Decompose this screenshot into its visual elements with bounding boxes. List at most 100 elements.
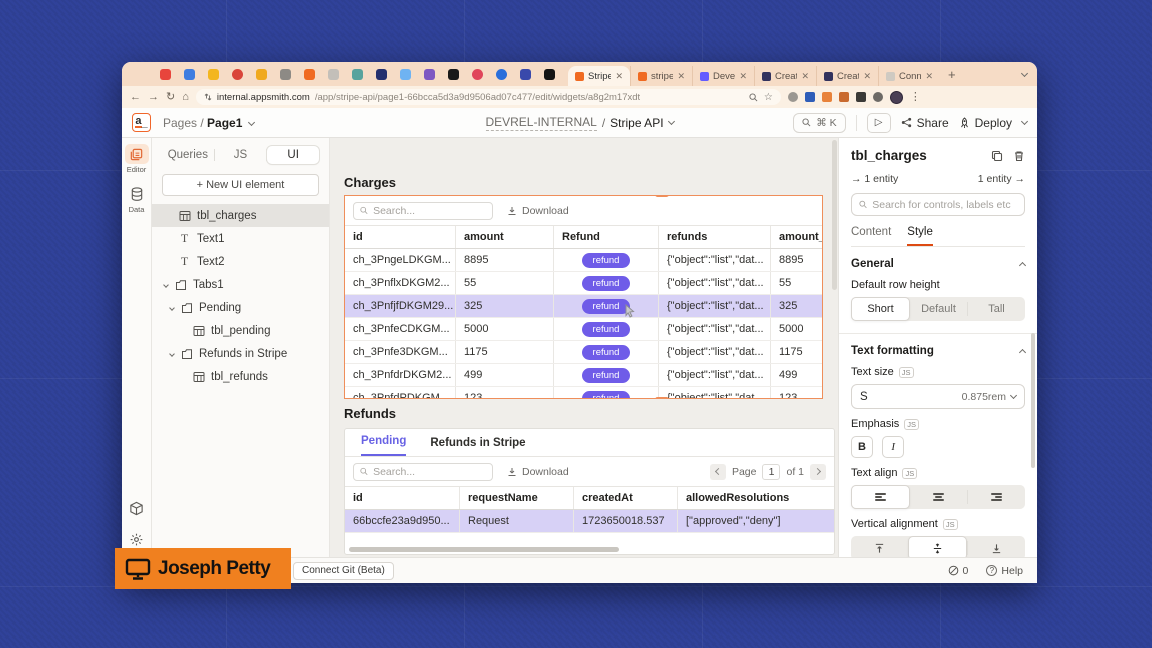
new-tab-button[interactable]: + xyxy=(948,67,956,82)
extension-icon[interactable] xyxy=(839,92,849,102)
pinned-tab-icon[interactable] xyxy=(328,69,339,80)
share-button[interactable]: Share xyxy=(901,116,949,130)
column-header-id[interactable]: id xyxy=(345,487,460,509)
extension-icon[interactable] xyxy=(856,92,866,102)
js-toggle[interactable]: JS xyxy=(899,367,914,378)
site-settings-icon[interactable] xyxy=(204,93,212,101)
column-header-createdat[interactable]: createdAt xyxy=(574,487,678,509)
table-row-highlighted[interactable]: 66bccfe23a9d950... Request 1723650018.53… xyxy=(345,510,835,533)
section-text-formatting[interactable]: Text formatting xyxy=(851,345,1025,357)
charges-search-input[interactable] xyxy=(373,205,486,217)
tab-search-chevron-icon[interactable] xyxy=(1022,65,1027,83)
tab-close-icon[interactable]: ✕ xyxy=(615,71,623,82)
omnibar-search[interactable]: ⌘ K xyxy=(793,113,845,133)
delete-trash-icon[interactable] xyxy=(1013,150,1025,162)
tab-close-icon[interactable]: ✕ xyxy=(925,71,933,82)
tree-item-refunds-in-stripe[interactable]: Refunds in Stripe xyxy=(152,342,329,365)
column-header-refunds[interactable]: refunds xyxy=(659,226,771,248)
address-bar[interactable]: internal.appsmith.com/app/stripe-api/pag… xyxy=(196,89,781,105)
pinned-tab-icon[interactable] xyxy=(376,69,387,80)
valign-middle-button[interactable] xyxy=(908,536,967,557)
appsmith-logo[interactable]: a_ xyxy=(132,113,151,132)
column-header-amount-captured[interactable]: amount_ xyxy=(771,226,823,248)
refund-button[interactable]: refund xyxy=(582,368,631,383)
pinned-tab-x-icon[interactable] xyxy=(448,69,459,80)
refunds-search-box[interactable] xyxy=(353,463,493,481)
tree-item-pending[interactable]: Pending xyxy=(152,296,329,319)
browser-tab-stripe-refunds[interactable]: stripe re ✕ xyxy=(630,66,692,86)
browser-tab-stripe-api[interactable]: Stripe AP ✕ xyxy=(568,66,630,86)
tab-close-icon[interactable]: ✕ xyxy=(739,71,747,82)
browser-tab-developer[interactable]: Develop ✕ xyxy=(692,66,754,86)
pinned-tab-icon[interactable] xyxy=(400,69,411,80)
tab-pending[interactable]: Pending xyxy=(361,435,406,456)
error-count[interactable]: 0 xyxy=(948,565,969,577)
option-short[interactable]: Short xyxy=(851,297,910,321)
text-size-dropdown[interactable]: S 0.875rem xyxy=(851,384,1025,409)
pinned-tab-icon[interactable] xyxy=(520,69,531,80)
collapse-chevron-icon[interactable] xyxy=(1019,348,1026,355)
prev-page-button[interactable] xyxy=(710,464,726,480)
app-title[interactable]: DEVREL-INTERNAL / Stripe API xyxy=(485,115,673,131)
pinned-tab-drive-icon[interactable] xyxy=(208,69,219,80)
sidebar-item-data[interactable]: Data xyxy=(125,184,149,214)
zoom-icon[interactable] xyxy=(749,93,758,102)
tab-style[interactable]: Style xyxy=(907,226,933,246)
refund-button[interactable]: refund xyxy=(582,391,631,400)
new-ui-element-button[interactable]: + New UI element xyxy=(162,174,319,196)
settings-gear-icon[interactable] xyxy=(129,532,144,547)
table-row[interactable]: ch_3PnfeCDKGM... 5000 refund {"object":"… xyxy=(345,318,823,341)
refund-button[interactable]: refund xyxy=(582,345,631,360)
property-search-input[interactable] xyxy=(872,199,1017,211)
widget-name[interactable]: tbl_charges xyxy=(851,148,927,163)
refunds-download-button[interactable]: Download xyxy=(507,466,569,478)
home-icon[interactable]: ⌂ xyxy=(182,92,189,103)
bookmark-star-icon[interactable]: ☆ xyxy=(764,92,773,103)
tab-content[interactable]: Content xyxy=(851,226,891,246)
tab-close-icon[interactable]: ✕ xyxy=(677,71,685,82)
deploy-menu-chevron-icon[interactable] xyxy=(1021,118,1028,125)
tree-item-tbl-refunds[interactable]: tbl_refunds xyxy=(152,365,329,388)
libraries-cube-icon[interactable] xyxy=(129,501,144,516)
column-header-refund[interactable]: Refund xyxy=(554,226,659,248)
pinned-tab-icon[interactable] xyxy=(232,69,243,80)
browser-tab-create-1[interactable]: Create a ✕ xyxy=(754,66,816,86)
pinned-tab-icon[interactable] xyxy=(472,69,483,80)
pinned-tab-icon[interactable] xyxy=(544,69,555,80)
extension-icon[interactable] xyxy=(805,92,815,102)
pinned-tab-icon[interactable] xyxy=(424,69,435,80)
breadcrumb-page[interactable]: Page1 xyxy=(207,116,242,130)
table-row[interactable]: ch_3PngeLDKGM... 8895 refund {"object":"… xyxy=(345,249,823,272)
browser-menu-icon[interactable]: ⋮ xyxy=(910,92,921,103)
collapse-chevron-icon[interactable] xyxy=(169,351,175,357)
canvas-scrollbar[interactable] xyxy=(832,140,837,290)
tree-item-tabs1[interactable]: Tabs1 xyxy=(152,273,329,296)
help-button[interactable]: ? Help xyxy=(986,565,1023,577)
profile-avatar[interactable] xyxy=(890,91,903,104)
pinned-tab-key-icon[interactable] xyxy=(256,69,267,80)
connect-git-button[interactable]: Connect Git (Beta) xyxy=(293,562,394,580)
extensions-puzzle-icon[interactable] xyxy=(873,92,883,102)
pinned-tab-icon[interactable] xyxy=(496,69,507,80)
browser-tab-create-2[interactable]: Create a ✕ xyxy=(816,66,878,86)
table-row[interactable]: ch_3PnfdrDKGM2... 499 refund {"object":"… xyxy=(345,364,823,387)
sidebar-item-editor[interactable]: Editor xyxy=(125,144,149,174)
property-search-box[interactable] xyxy=(851,193,1025,216)
column-header-amount[interactable]: amount xyxy=(456,226,554,248)
table-row[interactable]: ch_3Pnfe3DKGM... 1175 refund {"object":"… xyxy=(345,341,823,364)
back-icon[interactable]: ← xyxy=(130,92,141,103)
panel-scrollbar[interactable] xyxy=(1031,333,1035,468)
option-default[interactable]: Default xyxy=(910,297,967,321)
column-header-id[interactable]: id xyxy=(345,226,456,248)
refunds-search-input[interactable] xyxy=(373,466,486,478)
charges-search-box[interactable] xyxy=(353,202,493,220)
workspace-name[interactable]: DEVREL-INTERNAL xyxy=(485,115,596,131)
column-header-allowedresolutions[interactable]: allowedResolutions xyxy=(678,487,835,509)
section-general[interactable]: General xyxy=(851,258,1025,270)
tree-item-tbl-pending[interactable]: tbl_pending xyxy=(152,319,329,342)
run-button[interactable]: ▷ xyxy=(867,113,891,133)
tbl-charges-widget[interactable]: Download id amount Refund refunds amount… xyxy=(344,195,823,399)
outgoing-entities-link[interactable]: 1 entity → xyxy=(978,173,1025,185)
reload-icon[interactable]: ↻ xyxy=(166,92,175,103)
tree-item-text2[interactable]: T Text2 xyxy=(152,250,329,273)
